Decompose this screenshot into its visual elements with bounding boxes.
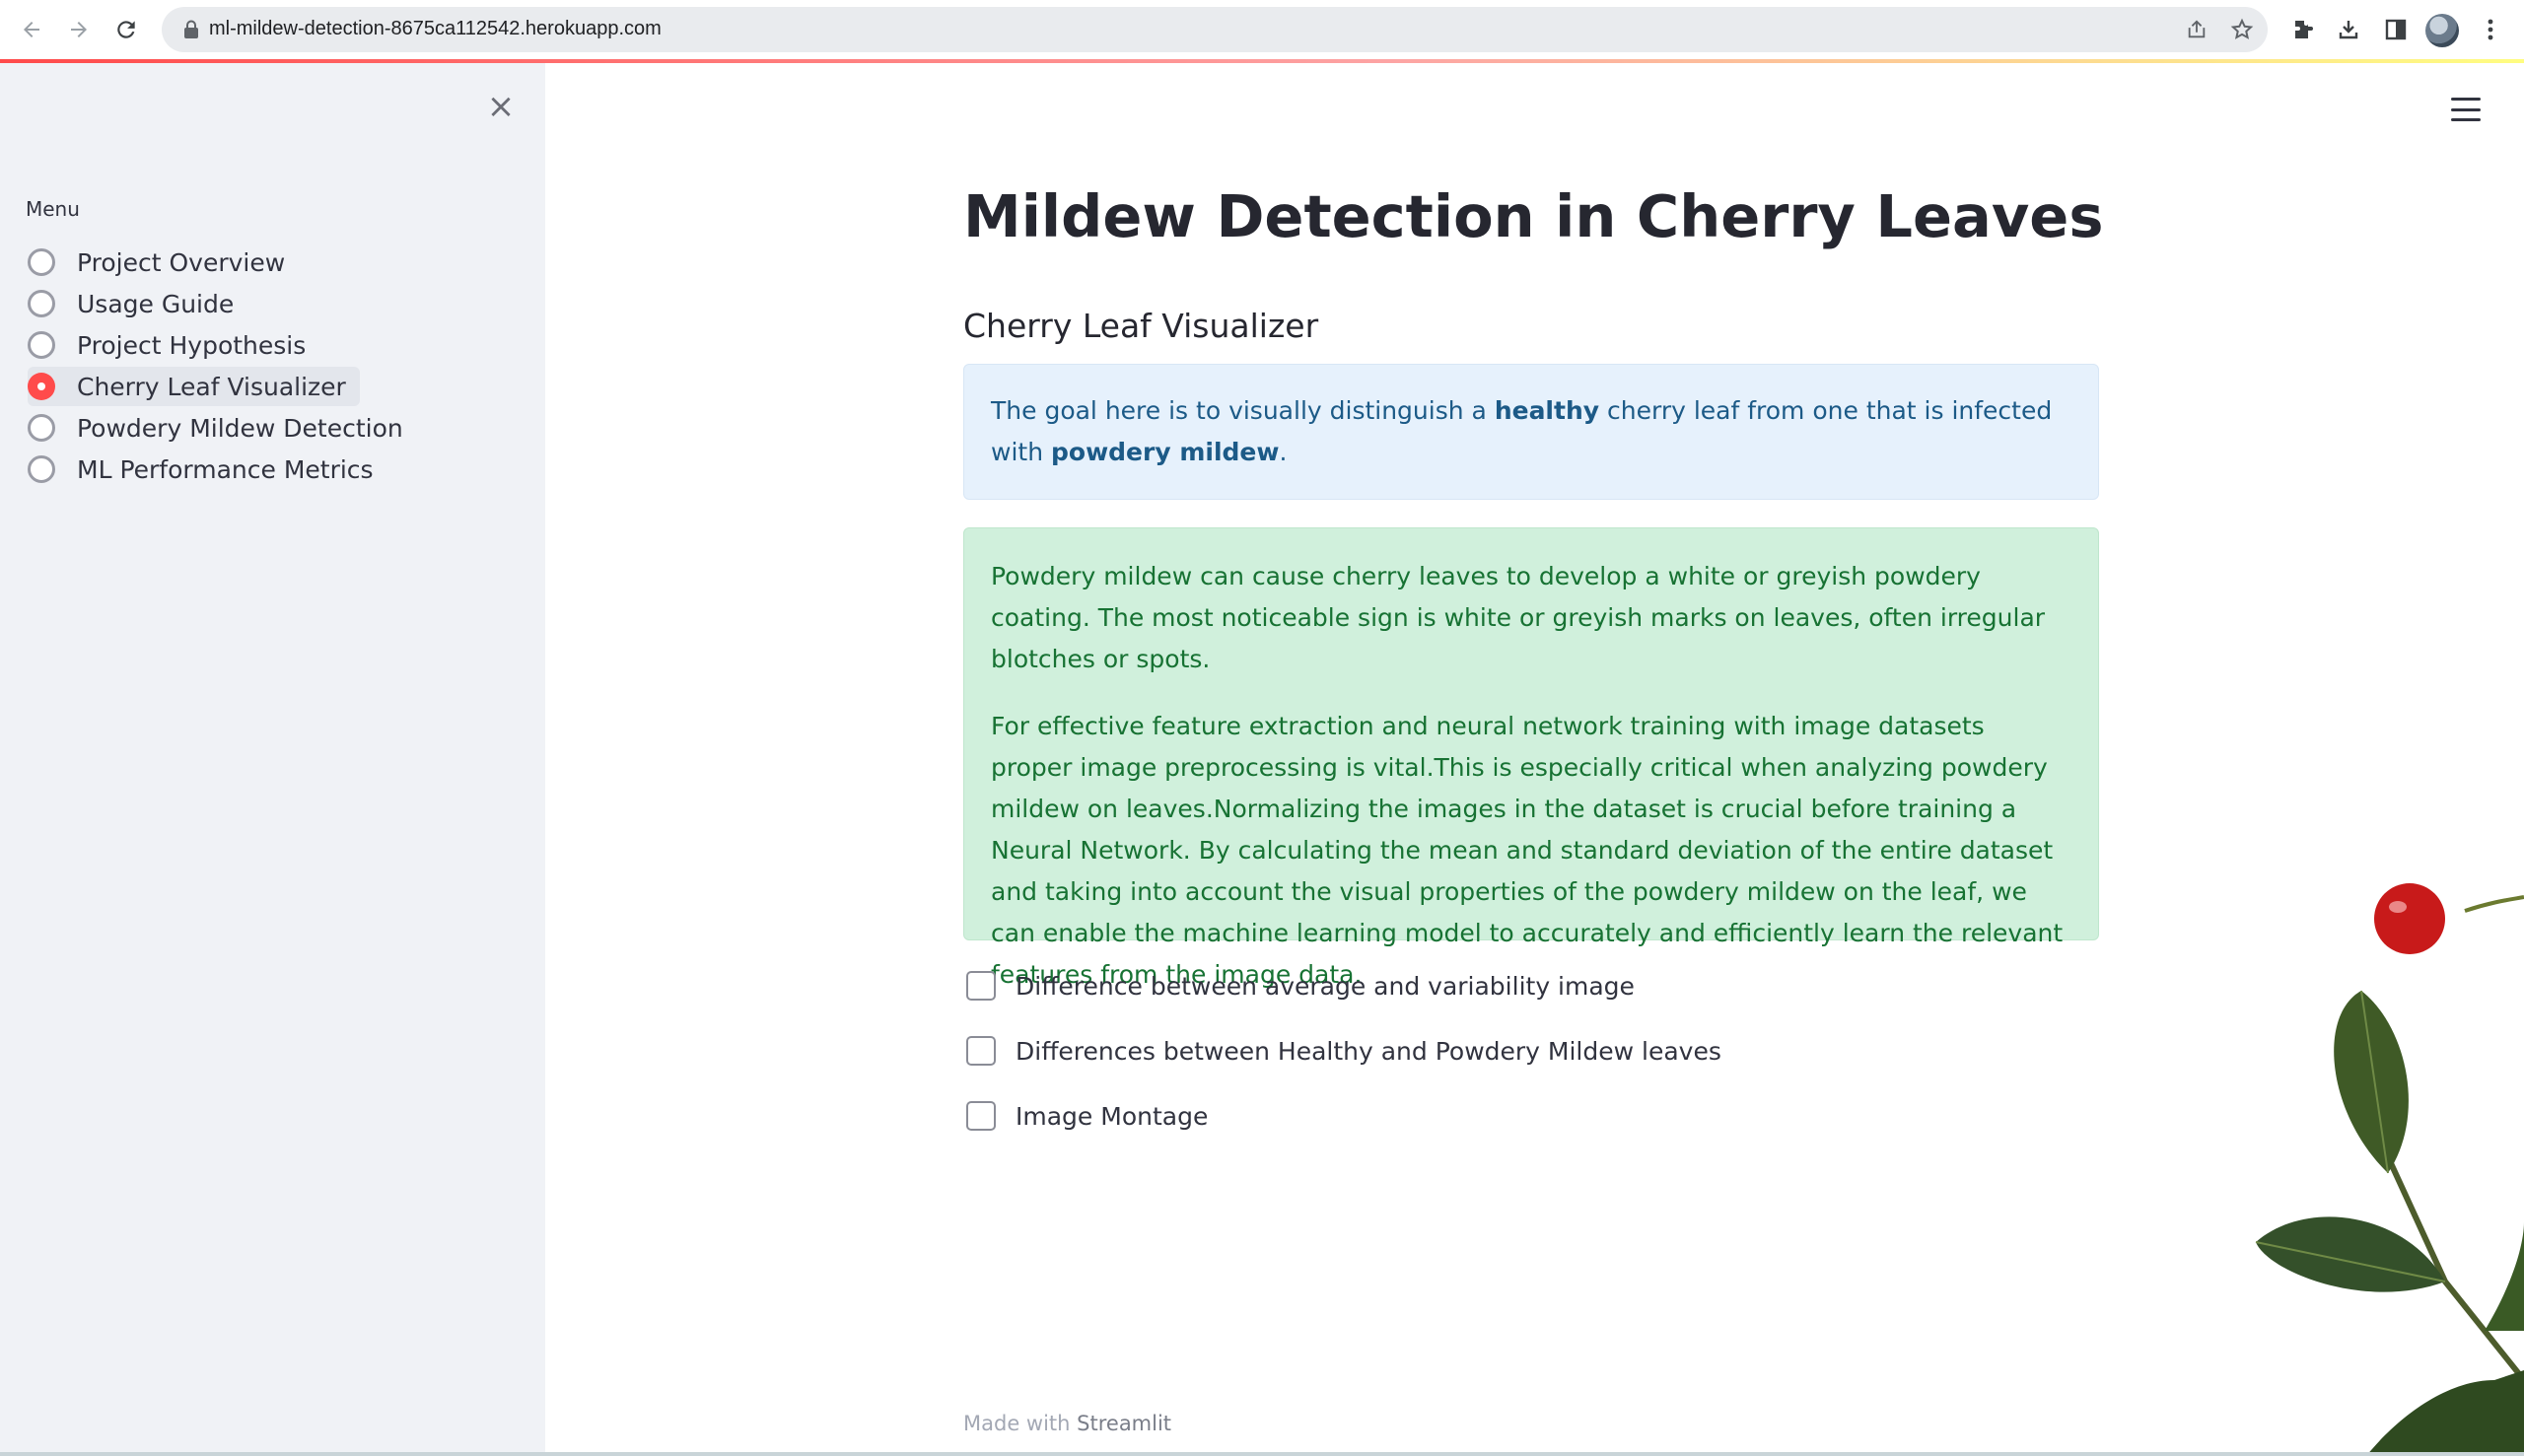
success-paragraph: Powdery mildew can cause cherry leaves t… <box>991 562 2046 673</box>
lock-icon <box>183 20 199 43</box>
info-text: The goal here is to visually distinguish… <box>991 396 1495 425</box>
radio-label: Project Overview <box>77 247 286 277</box>
radio-usage-guide[interactable]: Usage Guide <box>28 284 247 323</box>
radio-label: Usage Guide <box>77 289 235 318</box>
checkbox-healthy-vs-mildew[interactable]: Differences between Healthy and Powdery … <box>966 1031 1721 1071</box>
sidebar: × Menu Project Overview Usage Guide Proj… <box>0 63 545 1452</box>
side-panel-icon[interactable] <box>2378 12 2414 47</box>
footer: Made with Streamlit <box>963 1412 1171 1435</box>
radio-button-icon <box>28 455 55 483</box>
radio-project-overview[interactable]: Project Overview <box>28 243 299 282</box>
reload-icon[interactable] <box>108 12 144 47</box>
streamlit-link[interactable]: Streamlit <box>1077 1412 1171 1435</box>
info-alert: The goal here is to visually distinguish… <box>963 364 2099 500</box>
info-bold-healthy: healthy <box>1494 396 1600 425</box>
section-subheader: Cherry Leaf Visualizer <box>963 307 1319 345</box>
radio-ml-performance-metrics[interactable]: ML Performance Metrics <box>28 450 387 489</box>
cherry-icon <box>2374 883 2445 954</box>
more-vert-icon[interactable] <box>2473 12 2508 47</box>
star-icon[interactable] <box>2228 16 2256 43</box>
success-paragraph: For effective feature extraction and neu… <box>991 712 2064 989</box>
download-icon[interactable] <box>2331 12 2366 47</box>
checkbox-label: Image Montage <box>1016 1101 1209 1131</box>
cherry-leaves-decoration <box>2255 883 2524 1456</box>
info-bold-powdery-mildew: powdery mildew <box>1051 438 1280 466</box>
checkbox-average-variability[interactable]: Difference between average and variabili… <box>966 966 1635 1005</box>
url-text: ml-mildew-detection-8675ca112542.herokua… <box>209 18 662 39</box>
radio-button-selected-icon <box>28 373 55 400</box>
footer-text: Made with <box>963 1412 1078 1435</box>
radio-label: Cherry Leaf Visualizer <box>77 372 346 401</box>
success-alert: Powdery mildew can cause cherry leaves t… <box>963 527 2099 989</box>
avatar[interactable] <box>2425 14 2459 47</box>
radio-powdery-mildew-detection[interactable]: Powdery Mildew Detection <box>28 408 417 448</box>
info-text: . <box>1279 438 1288 466</box>
extensions-icon[interactable] <box>2285 12 2321 47</box>
close-icon: × <box>486 87 516 126</box>
radio-button-icon <box>28 414 55 442</box>
radio-label: Project Hypothesis <box>77 330 307 360</box>
share-icon[interactable] <box>2183 16 2210 43</box>
hamburger-menu-icon[interactable] <box>2451 95 2481 124</box>
leaf-icon <box>2366 1370 2524 1456</box>
radio-button-icon <box>28 331 55 359</box>
leaf-icon <box>2256 1216 2445 1292</box>
close-sidebar-button[interactable]: × <box>483 89 519 124</box>
radio-button-icon <box>28 290 55 317</box>
menu-label: Menu <box>26 197 80 221</box>
radio-label: ML Performance Metrics <box>77 454 374 484</box>
radio-label: Powdery Mildew Detection <box>77 413 403 443</box>
checkbox-label: Differences between Healthy and Powdery … <box>1016 1036 1721 1066</box>
radio-cherry-leaf-visualizer[interactable]: Cherry Leaf Visualizer <box>28 367 360 406</box>
browser-toolbar: ml-mildew-detection-8675ca112542.herokua… <box>0 0 2524 59</box>
checkbox-label: Difference between average and variabili… <box>1016 971 1635 1001</box>
back-icon[interactable] <box>14 12 49 47</box>
checkbox-icon <box>966 1101 996 1131</box>
bottom-border <box>0 1452 2524 1456</box>
checkbox-icon <box>966 1036 996 1066</box>
radio-button-icon <box>28 248 55 276</box>
leaf-icon <box>2334 991 2409 1173</box>
forward-icon[interactable] <box>61 12 97 47</box>
address-bar[interactable]: ml-mildew-detection-8675ca112542.herokua… <box>162 7 2268 52</box>
page-title: Mildew Detection in Cherry Leaves <box>963 182 2104 250</box>
radio-project-hypothesis[interactable]: Project Hypothesis <box>28 325 319 365</box>
checkbox-icon <box>966 971 996 1001</box>
checkbox-image-montage[interactable]: Image Montage <box>966 1096 1208 1136</box>
